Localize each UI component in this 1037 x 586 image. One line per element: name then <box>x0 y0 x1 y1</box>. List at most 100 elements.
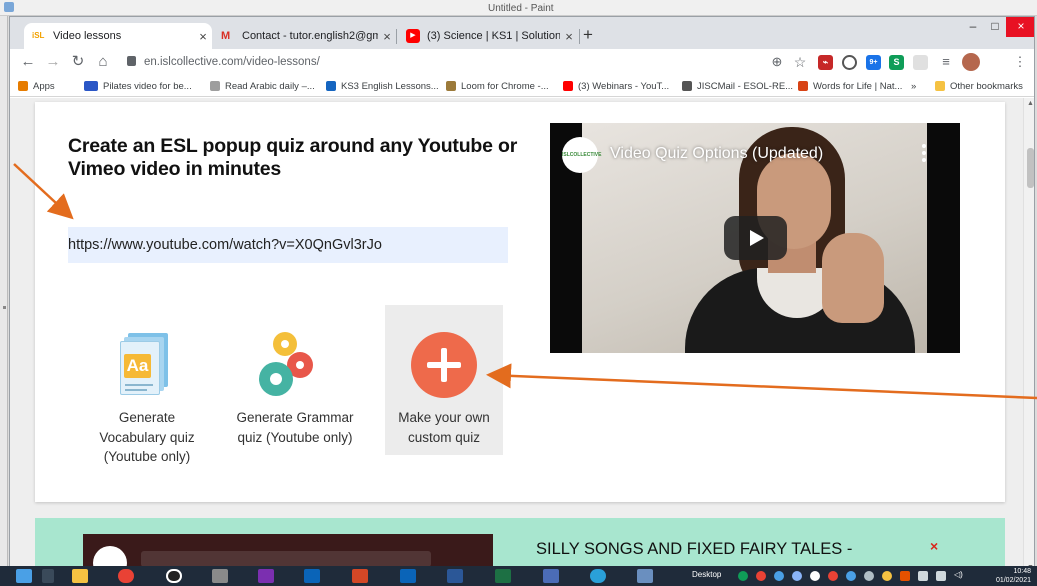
bookmark-favicon-icon <box>84 81 98 91</box>
tab-divider <box>579 29 580 44</box>
camera-app-icon[interactable] <box>166 569 182 583</box>
opera-extension-icon[interactable] <box>842 55 857 70</box>
close-tab-icon[interactable]: × <box>194 29 212 44</box>
tray-app-icon[interactable] <box>882 571 892 581</box>
bookmark-pilates[interactable]: Pilates video for be... <box>84 78 192 94</box>
network-icon[interactable] <box>936 571 946 581</box>
battery-icon[interactable] <box>918 571 928 581</box>
bookmark-webinars[interactable]: (3) Webinars - YouT... <box>563 78 669 94</box>
tab-strip: iSL Video lessons × M Contact - tutor.en… <box>10 17 1034 49</box>
minimize-icon[interactable]: – <box>962 17 984 37</box>
more-menu-icon[interactable]: ⋮ <box>1010 52 1030 72</box>
reading-list-icon[interactable]: ≡ <box>936 52 956 72</box>
bookmark-favicon-icon <box>682 81 692 91</box>
tray-app-icon[interactable] <box>810 571 820 581</box>
back-arrow-icon[interactable]: ← <box>18 52 38 72</box>
forward-arrow-icon[interactable]: → <box>43 52 63 72</box>
bookmarks-overflow[interactable]: » <box>911 78 916 94</box>
vocabulary-quiz-option[interactable]: Aa Generate Vocabulary quiz (Youtube onl… <box>87 305 207 464</box>
isl-favicon-icon: iSL <box>32 31 45 40</box>
tab-bbc-science[interactable]: ▶ (3) Science | KS1 | Solutions | BBC × <box>398 23 578 49</box>
custom-quiz-option[interactable]: Make your own custom quiz <box>385 305 503 455</box>
bookmark-read-arabic[interactable]: Read Arabic daily –... <box>210 78 315 94</box>
tab-label: Video lessons <box>53 30 122 42</box>
scrollbar-thumb[interactable] <box>1027 148 1034 188</box>
google-extension-icon[interactable]: 9+ <box>866 55 881 70</box>
system-clock[interactable]: 10:48 01/02/2021 <box>995 567 1031 584</box>
clipboard-extension-icon[interactable] <box>913 55 928 70</box>
video-title[interactable]: Video Quiz Options (Updated) <box>610 145 823 163</box>
reload-icon[interactable]: ↻ <box>68 52 88 72</box>
chrome-icon[interactable] <box>118 569 134 583</box>
tray-app-icon[interactable] <box>738 571 748 581</box>
video-menu-icon[interactable] <box>922 144 926 162</box>
tray-app-icon[interactable] <box>774 571 784 581</box>
volume-icon[interactable]: ◁) <box>954 570 963 582</box>
bookmark-ks3-english[interactable]: KS3 English Lessons... <box>326 78 439 94</box>
bookmark-jiscmail[interactable]: JISCMail - ESOL-RE... <box>682 78 793 94</box>
outlook-icon[interactable] <box>304 569 320 583</box>
close-card-icon[interactable]: × <box>930 538 938 554</box>
close-tab-icon[interactable]: × <box>378 29 396 44</box>
clock-date: 01/02/2021 <box>995 577 1031 584</box>
channel-logo[interactable]: ISLCOLLECTIVE <box>562 137 601 173</box>
start-icon[interactable] <box>16 569 32 583</box>
bookmark-loom[interactable]: Loom for Chrome -... <box>446 78 549 94</box>
desktop-toolbar-label[interactable]: Desktop <box>692 570 721 582</box>
quiz-creator-card: Create an ESL popup quiz around any Yout… <box>35 102 1005 502</box>
bookmark-star-icon[interactable]: ☆ <box>790 52 810 72</box>
page-scrollbar[interactable]: ▲ ▼ <box>1023 98 1034 571</box>
grammar-quiz-option[interactable]: Generate Grammar quiz (Youtube only) <box>235 305 355 455</box>
browser-window: iSL Video lessons × M Contact - tutor.en… <box>9 16 1035 572</box>
bookmarks-bar: Apps Pilates video for be... Read Arabic… <box>10 75 1034 97</box>
bookmark-other[interactable]: Other bookmarks <box>935 78 1023 94</box>
custom-quiz-label: Make your own custom quiz <box>398 410 490 445</box>
tray-app-icon[interactable] <box>900 571 910 581</box>
tray-app-icon[interactable] <box>828 571 838 581</box>
folder-icon <box>935 81 945 91</box>
snipping-tool-icon[interactable] <box>212 569 228 583</box>
word-icon[interactable] <box>447 569 463 583</box>
tray-app-icon[interactable] <box>756 571 766 581</box>
close-tab-icon[interactable]: × <box>560 29 578 44</box>
video-player[interactable]: ISLCOLLECTIVE Video Quiz Options (Update… <box>550 123 960 353</box>
excel-icon[interactable] <box>495 569 511 583</box>
bookmark-apps[interactable]: Apps <box>18 78 55 94</box>
next-lesson-card: SILLY SONGS AND FIXED FAIRY TALES - × <box>35 518 1005 571</box>
tray-app-icon[interactable] <box>864 571 874 581</box>
file-explorer-icon[interactable] <box>72 569 88 583</box>
scroll-up-icon[interactable]: ▲ <box>1024 100 1034 107</box>
vocabulary-quiz-label: Generate Vocabulary quiz (Youtube only) <box>99 410 195 464</box>
zoom-app-icon[interactable] <box>543 569 559 583</box>
new-tab-button[interactable]: + <box>583 25 593 45</box>
tab-video-lessons[interactable]: iSL Video lessons × <box>24 23 212 49</box>
paint-app-icon <box>4 2 14 12</box>
address-bar[interactable]: en.islcollective.com/video-lessons/ <box>127 52 817 73</box>
lesson-title[interactable]: SILLY SONGS AND FIXED FAIRY TALES - <box>536 540 852 559</box>
browser-toolbar: ← → ↻ ⌂ en.islcollective.com/video-lesso… <box>10 49 1034 75</box>
tab-divider <box>396 29 397 44</box>
task-view-icon[interactable] <box>42 569 54 583</box>
onenote-icon[interactable] <box>258 569 274 583</box>
paint-title: Untitled - Paint <box>488 3 554 14</box>
play-button[interactable] <box>724 216 787 260</box>
tray-app-icon[interactable] <box>792 571 802 581</box>
resize-handle-icon[interactable] <box>3 306 6 309</box>
sheets-extension-icon[interactable]: S <box>889 55 904 70</box>
powerpoint-icon[interactable] <box>352 569 368 583</box>
outlook-icon[interactable] <box>400 569 416 583</box>
profile-avatar[interactable] <box>962 53 980 71</box>
adobe-extension-icon[interactable]: ⌁ <box>818 55 833 70</box>
paint-title-bar: Untitled - Paint <box>0 0 1037 16</box>
close-window-icon[interactable]: × <box>1006 17 1034 37</box>
maximize-icon[interactable]: □ <box>984 17 1006 37</box>
bookmark-words-for-life[interactable]: Words for Life | Nat... <box>798 78 902 94</box>
paint-icon[interactable] <box>637 569 653 583</box>
youtube-favicon-icon <box>563 81 573 91</box>
home-icon[interactable]: ⌂ <box>93 52 113 72</box>
tray-app-icon[interactable] <box>846 571 856 581</box>
zoom-icon[interactable]: ⊕ <box>767 52 787 72</box>
video-url-input[interactable] <box>68 227 508 263</box>
tab-gmail-contact[interactable]: M Contact - tutor.english2@gmail.c × <box>213 23 396 49</box>
edge-icon[interactable] <box>590 569 606 583</box>
